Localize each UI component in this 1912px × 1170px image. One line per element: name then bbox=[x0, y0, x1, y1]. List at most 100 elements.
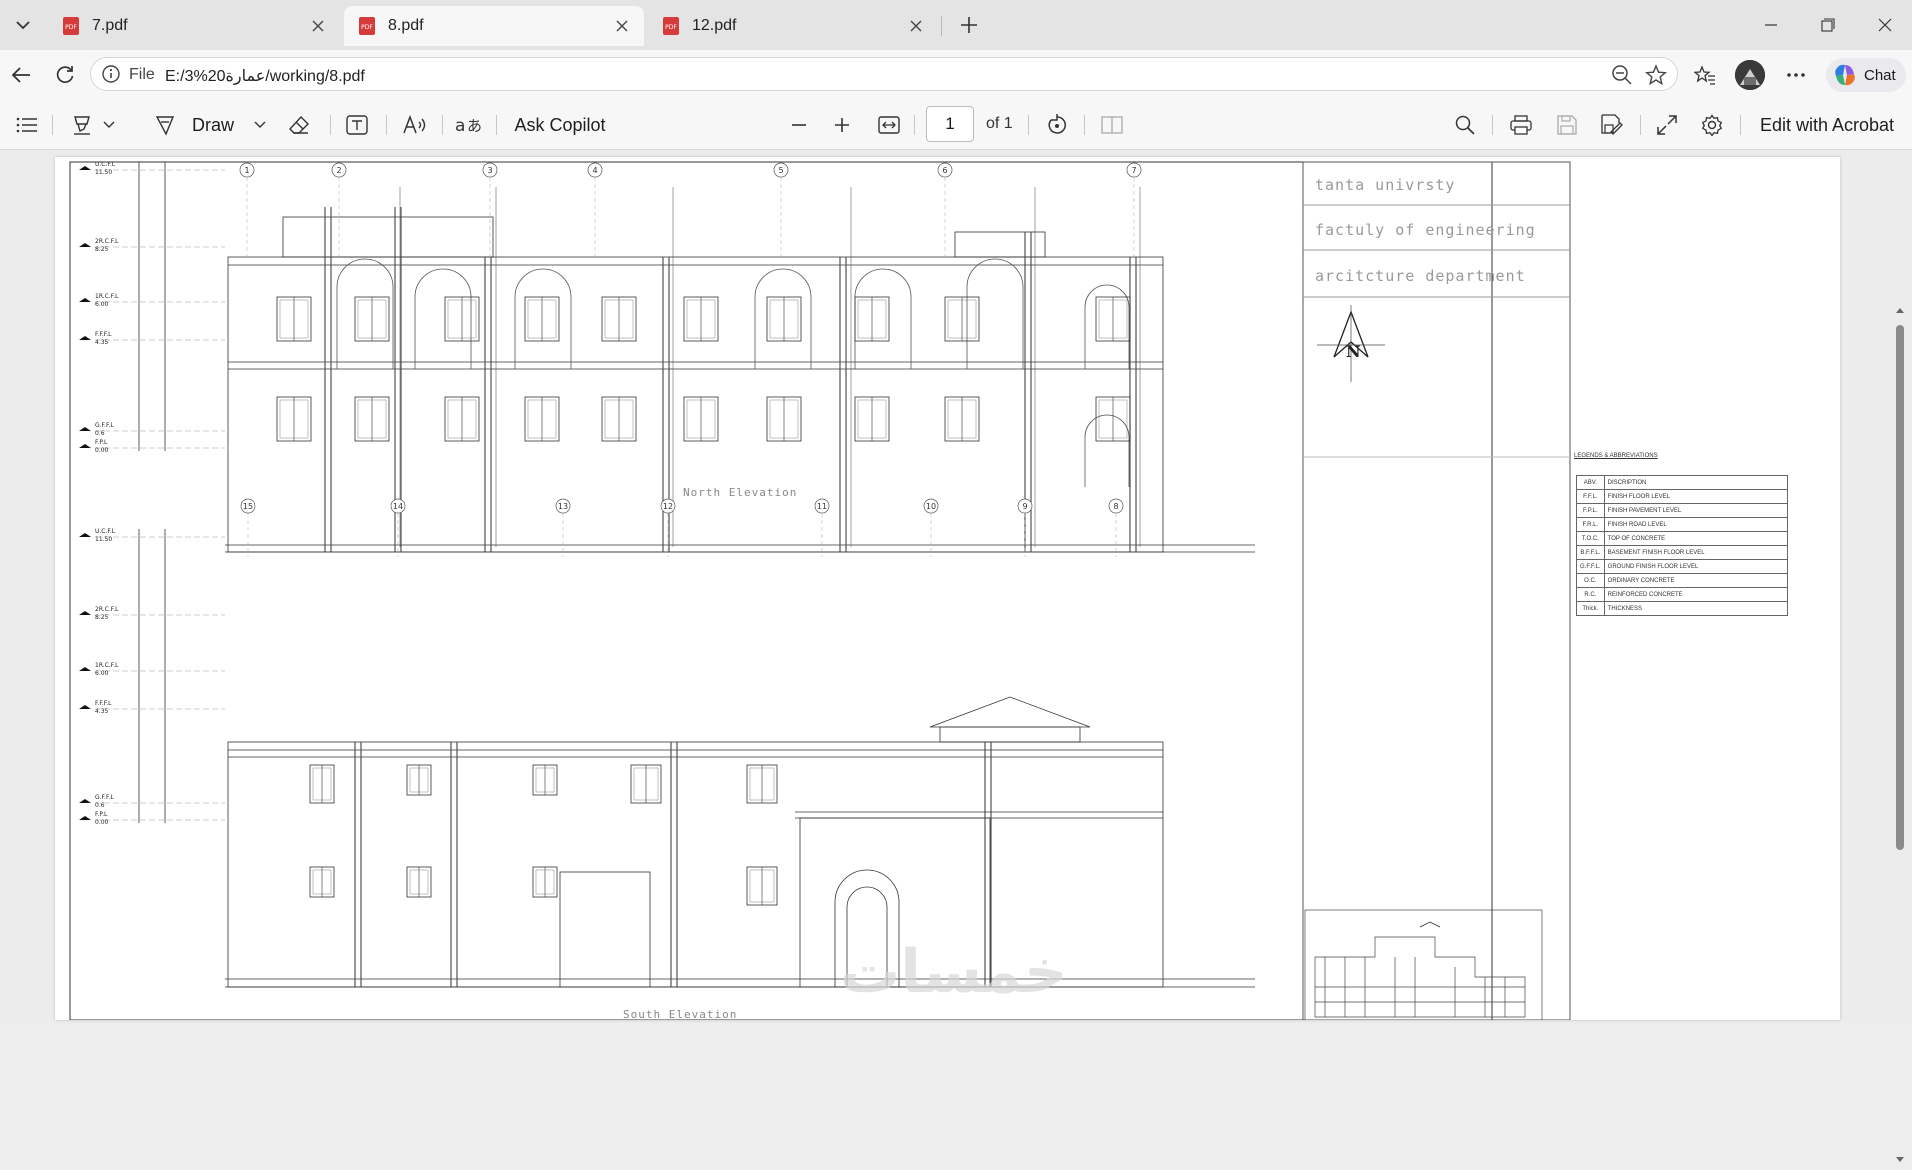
refresh-button[interactable] bbox=[50, 60, 80, 90]
level-name: 1R.C.F.L bbox=[95, 662, 119, 669]
legend-abbreviation: G.F.F.L. bbox=[1576, 559, 1605, 574]
tab-12-pdf[interactable]: PDF 12.pdf bbox=[648, 6, 938, 46]
tab-divider bbox=[941, 16, 942, 36]
legend-row: F.R.L. FINISH ROAD LEVEL bbox=[1576, 517, 1788, 532]
level-marker bbox=[79, 336, 91, 340]
svg-text:PDF: PDF bbox=[665, 24, 677, 31]
scroll-thumb[interactable] bbox=[1896, 325, 1904, 850]
new-tab-button[interactable] bbox=[954, 10, 984, 40]
grid-label: 5 bbox=[778, 166, 783, 175]
scroll-up-icon[interactable] bbox=[1893, 304, 1907, 318]
level-value: 0.6 bbox=[95, 430, 105, 437]
minus-icon bbox=[792, 124, 806, 126]
document-viewport[interactable]: N 1 2 3 4 5 6 7 15 14 13 12 11 10 9 8 U.… bbox=[0, 150, 1912, 1162]
read-aloud-icon bbox=[403, 114, 426, 134]
star-icon[interactable] bbox=[1645, 64, 1667, 86]
close-icon[interactable] bbox=[906, 16, 926, 36]
grid-bubbles-top: 1 2 3 4 5 6 7 bbox=[239, 162, 1142, 257]
highlight-button[interactable] bbox=[66, 110, 120, 140]
pdf-page: N 1 2 3 4 5 6 7 15 14 13 12 11 10 9 8 U.… bbox=[55, 157, 1840, 1020]
text-box-button[interactable] bbox=[342, 110, 372, 140]
level-marker bbox=[79, 799, 91, 803]
fullscreen-icon bbox=[1657, 115, 1677, 135]
more-button[interactable] bbox=[1781, 60, 1811, 90]
level-value: 4.35 bbox=[95, 708, 109, 715]
level-name: F.F.F.L bbox=[95, 700, 112, 707]
legend-row: F.F.L. FINISH FLOOR LEVEL bbox=[1576, 489, 1788, 504]
grid-label: 7 bbox=[1131, 166, 1136, 175]
tab-8-pdf[interactable]: PDF 8.pdf bbox=[344, 6, 644, 46]
close-window-button[interactable] bbox=[1872, 12, 1898, 38]
toolbar-divider bbox=[914, 115, 915, 135]
grid-label: 9 bbox=[1022, 502, 1027, 511]
tab-list-icon[interactable] bbox=[8, 10, 38, 40]
close-icon[interactable] bbox=[612, 16, 632, 36]
info-icon[interactable] bbox=[101, 64, 121, 84]
edit-with-acrobat-button[interactable]: Edit with Acrobat bbox=[1752, 110, 1902, 140]
level-name: 2R.C.F.L bbox=[95, 238, 119, 245]
rotate-button[interactable] bbox=[1042, 110, 1072, 140]
settings-button[interactable] bbox=[1697, 110, 1727, 140]
close-icon bbox=[1878, 18, 1892, 32]
back-button[interactable] bbox=[6, 60, 36, 90]
grid-label: 11 bbox=[817, 502, 827, 511]
save-button[interactable] bbox=[1552, 110, 1582, 140]
fit-width-button[interactable] bbox=[874, 110, 904, 140]
level-value: 6.00 bbox=[95, 301, 109, 308]
grid-label: 8 bbox=[1113, 502, 1118, 511]
contents-icon bbox=[16, 117, 37, 133]
title-block-university: tanta univrsty bbox=[1315, 176, 1456, 194]
eraser-button[interactable] bbox=[284, 110, 314, 140]
address-bar[interactable]: File E:/3%20عمارة/working/8.pdf bbox=[90, 57, 1678, 91]
print-button[interactable] bbox=[1506, 110, 1536, 140]
level-value: 0.00 bbox=[95, 447, 109, 454]
read-aloud-button[interactable] bbox=[398, 110, 432, 140]
save-as-button[interactable] bbox=[1597, 110, 1627, 140]
legend-abbreviation: T.O.C. bbox=[1576, 531, 1605, 546]
restore-button[interactable] bbox=[1815, 12, 1841, 38]
copilot-icon bbox=[1835, 64, 1855, 86]
zoom-out-button[interactable] bbox=[784, 110, 814, 140]
north-elevation bbox=[225, 207, 1255, 553]
level-marker bbox=[79, 166, 91, 170]
zoom-out-icon[interactable] bbox=[1611, 64, 1633, 86]
scroll-down-icon[interactable] bbox=[1893, 1152, 1907, 1166]
tab-7-pdf[interactable]: PDF 7.pdf bbox=[48, 6, 340, 46]
minimize-button[interactable] bbox=[1758, 12, 1784, 38]
toolbar-divider bbox=[1492, 115, 1493, 135]
legend-abbreviation: F.P.L. bbox=[1576, 503, 1605, 518]
favorites-button[interactable] bbox=[1690, 60, 1720, 90]
level-name: F.F.F.L bbox=[95, 331, 112, 338]
pdf-icon: PDF bbox=[359, 17, 375, 35]
toolbar-divider bbox=[1084, 115, 1085, 135]
contents-button[interactable] bbox=[12, 110, 42, 140]
draw-button[interactable]: Draw bbox=[150, 110, 270, 140]
legend-description: FINISH FLOOR LEVEL bbox=[1603, 489, 1788, 504]
page-number-input[interactable]: 1 bbox=[926, 106, 974, 142]
ask-copilot-button[interactable]: Ask Copilot bbox=[510, 110, 610, 140]
translate-button[interactable]: aあ bbox=[454, 110, 482, 140]
search-button[interactable] bbox=[1450, 110, 1480, 140]
edit-acrobat-label: Edit with Acrobat bbox=[1759, 114, 1895, 135]
level-marker bbox=[79, 243, 91, 247]
url-text[interactable]: E:/3%20عمارة/working/8.pdf bbox=[165, 66, 365, 86]
two-page-button[interactable] bbox=[1097, 110, 1127, 140]
avatar[interactable] bbox=[1735, 60, 1765, 90]
copilot-chat-button[interactable]: Chat bbox=[1826, 58, 1906, 92]
plus-icon bbox=[835, 118, 849, 132]
highlight-icon bbox=[74, 116, 90, 135]
rotate-icon bbox=[1048, 114, 1066, 134]
close-icon[interactable] bbox=[308, 16, 328, 36]
elevation-drawing: N 1 2 3 4 5 6 7 15 14 13 12 11 10 9 8 U.… bbox=[69, 161, 1571, 1020]
svg-text:a: a bbox=[455, 116, 465, 136]
zoom-in-button[interactable] bbox=[827, 110, 857, 140]
key-plan bbox=[1304, 909, 1543, 1020]
legend-abbreviation: O.C. bbox=[1576, 573, 1605, 588]
eraser-icon bbox=[289, 115, 309, 134]
legend-row: Thick. THICKNESS bbox=[1576, 601, 1788, 616]
level-name: U.C.F.L bbox=[95, 528, 116, 535]
fullscreen-button[interactable] bbox=[1652, 110, 1682, 140]
level-value: 11.50 bbox=[95, 169, 112, 176]
toolbar-divider bbox=[52, 115, 53, 135]
north-label: N bbox=[1346, 342, 1361, 361]
